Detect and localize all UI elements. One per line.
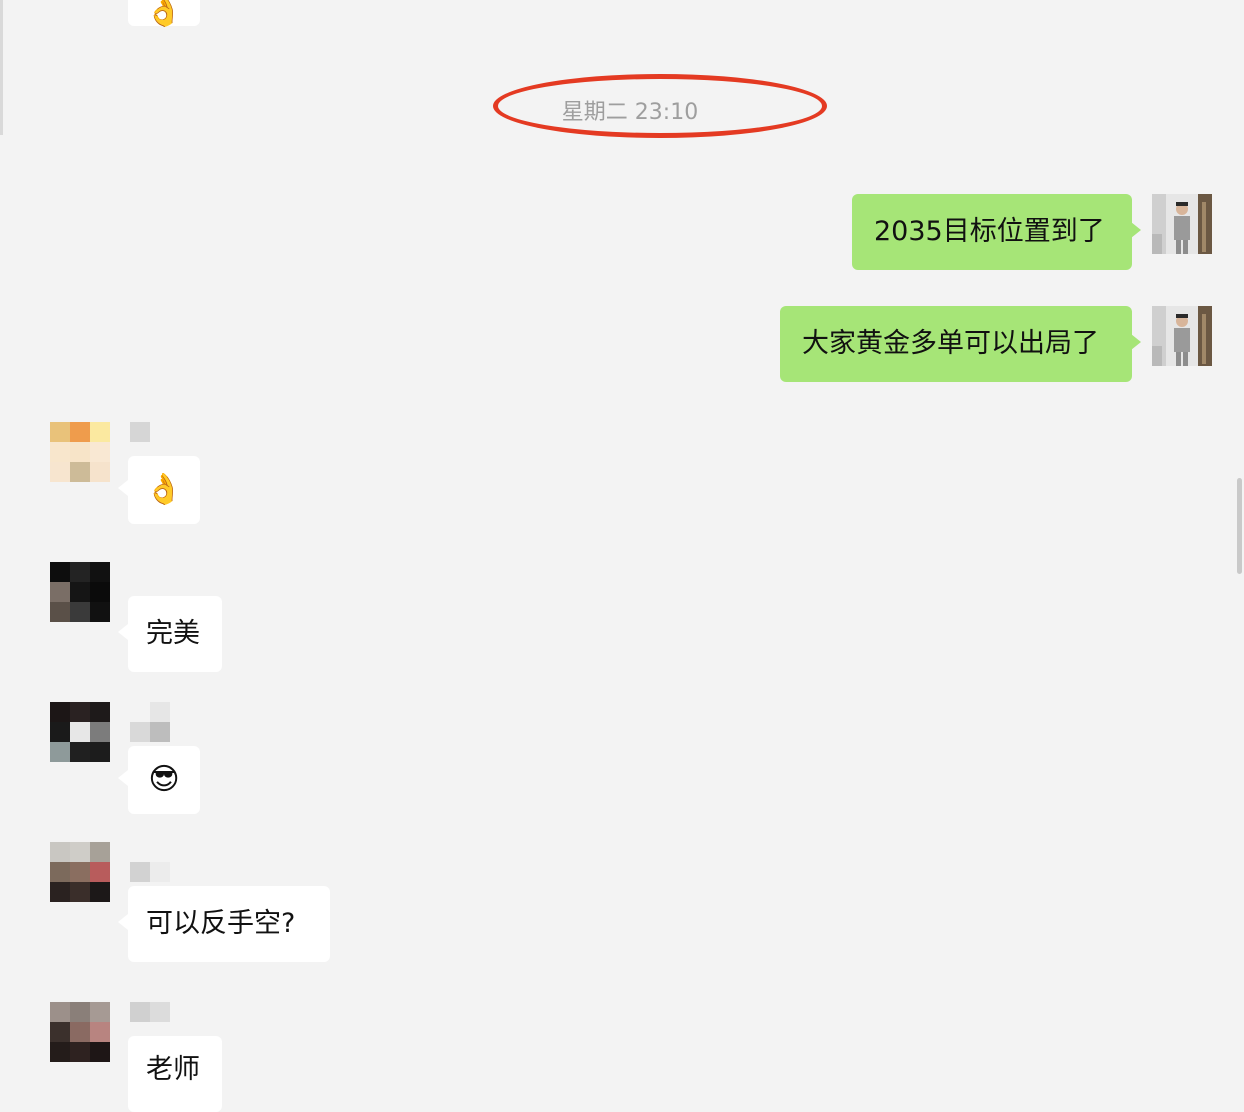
outgoing-message-1[interactable]: 2035目标位置到了 (852, 194, 1132, 270)
message-text: 大家黄金多单可以出局了 (802, 328, 1099, 359)
bubble-tail (1131, 222, 1141, 238)
window-left-border (0, 0, 3, 135)
incoming-message-5-partial[interactable]: 老师 (128, 1036, 222, 1112)
incoming-message-3[interactable]: 😎 (128, 746, 200, 814)
message-text: 可以反手空? (146, 908, 296, 939)
message-text: 完美 (146, 618, 200, 649)
bubble-tail (118, 624, 128, 640)
bubble-tail (118, 770, 128, 786)
sunglasses-emoji: 😎 (148, 762, 180, 797)
bubble-tail (1131, 334, 1141, 350)
message-text: 老师 (146, 1054, 200, 1085)
incoming-message-1[interactable]: 👌 (128, 456, 200, 524)
ok-hand-emoji: 👌 (145, 0, 183, 29)
ok-hand-emoji: 👌 (145, 472, 183, 507)
contact-avatar-icon[interactable] (50, 1002, 110, 1062)
message-bubble-top-partial[interactable]: 👌 (128, 0, 200, 29)
contact-avatar-icon[interactable] (50, 562, 110, 622)
chat-window: 👌 星期二 23:10 2035目标位置到了 大家黄金多单可以出局了 👌 完美 … (0, 0, 1244, 1112)
scrollbar-thumb[interactable] (1237, 478, 1242, 574)
bubble-tail (118, 480, 128, 496)
incoming-message-4[interactable]: 可以反手空? (128, 886, 330, 962)
incoming-message-2[interactable]: 完美 (128, 596, 222, 672)
bubble-tail (118, 914, 128, 930)
contact-avatar-icon[interactable] (50, 702, 110, 762)
message-text: 2035目标位置到了 (874, 216, 1105, 247)
outgoing-message-2[interactable]: 大家黄金多单可以出局了 (780, 306, 1132, 382)
self-avatar-icon[interactable] (1152, 194, 1212, 254)
contact-avatar-icon[interactable] (50, 842, 110, 902)
self-avatar-icon[interactable] (1152, 306, 1212, 366)
contact-avatar-icon[interactable] (50, 422, 110, 482)
red-highlight-circle (493, 74, 827, 138)
